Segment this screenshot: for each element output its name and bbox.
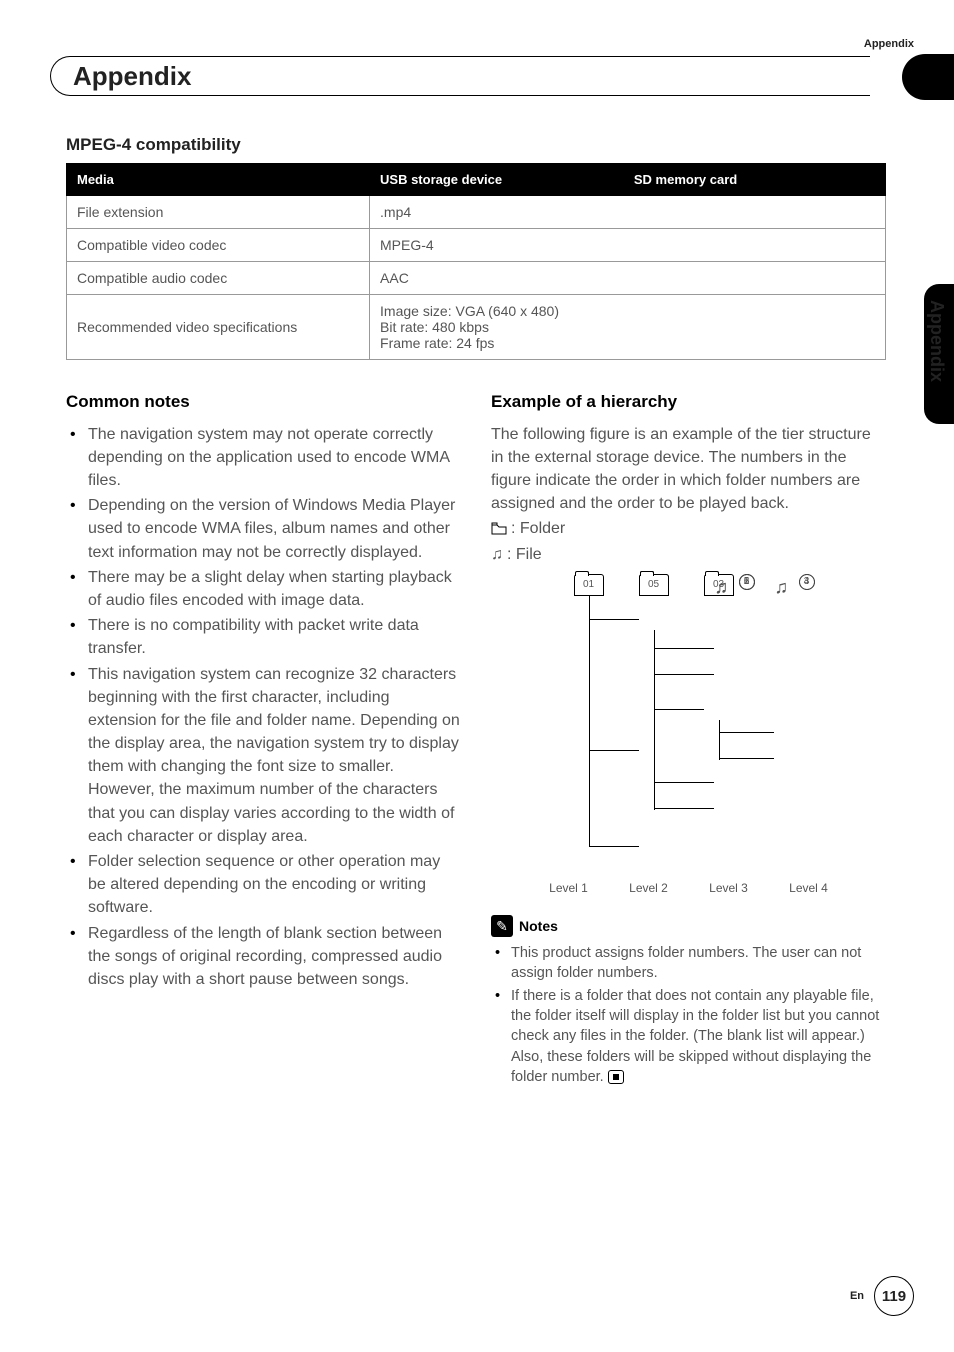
pencil-icon: ✎ [491,915,513,937]
common-notes-column: Common notes The navigation system may n… [66,390,461,1089]
notes-label: Notes [519,916,558,936]
mpeg4-heading: MPEG-4 compatibility [66,135,886,155]
notes-header: ✎ Notes [491,915,886,937]
connector-line [589,619,639,620]
list-item: Folder selection sequence or other opera… [66,850,461,920]
music-note-icon: ♫ [491,543,503,566]
col-usb: USB storage device [370,164,624,196]
row-value: AAC [370,262,886,295]
folder-node: 01 [574,574,604,596]
connector-line [719,758,774,759]
connector-line [719,732,774,733]
table-row: File extension .mp4 [67,196,886,229]
connector-line [654,808,714,809]
hierarchy-heading: Example of a hierarchy [491,390,886,415]
legend-folder-text: : Folder [511,517,565,540]
row-label: File extension [67,196,370,229]
connector-line [654,782,714,783]
common-notes-list: The navigation system may not operate co… [66,423,461,992]
folder-node: 05 [639,574,669,596]
legend-file-text: : File [507,543,542,566]
hierarchy-levels: Level 1 Level 2 Level 3 Level 4 [529,880,849,897]
list-item: There may be a slight delay when startin… [66,566,461,612]
stop-icon [608,1070,624,1084]
row-label: Compatible audio codec [67,262,370,295]
legend-folder: : Folder [491,517,886,540]
row-label: Compatible video codec [67,229,370,262]
level-label: Level 3 [709,880,748,897]
side-tab-label: Appendix [926,300,947,382]
header-section-label: Appendix [864,38,914,50]
legend-file: ♫ : File [491,543,886,566]
note-text: If there is a folder that does not conta… [511,988,879,1085]
list-item: Depending on the version of Windows Medi… [66,494,461,564]
connector-line [654,674,714,675]
file-badge: 4 [799,574,815,590]
connector-line [589,846,639,847]
music-note-icon: ♫ [775,574,789,600]
list-item: The navigation system may not operate co… [66,423,461,493]
hierarchy-diagram: 01 02 03 04 05 ♫ 1 ♫ 2 ♫ 3 ♫ 4 ♫ 5 ♫ [529,574,849,874]
connector-line [654,750,655,810]
level-label: Level 4 [789,880,828,897]
footer-lang: En [850,1290,864,1302]
col-sd: SD memory card [623,164,885,196]
row-value: .mp4 [370,196,886,229]
level-label: Level 2 [629,880,668,897]
list-item: This product assigns folder numbers. The… [491,943,886,984]
level-label: Level 1 [549,880,588,897]
row-label: Recommended video specifications [67,295,370,360]
hierarchy-intro: The following figure is an example of th… [491,423,886,516]
connector-line [719,720,720,760]
connector-line [654,709,704,710]
file-badge: 6 [739,574,755,590]
common-notes-heading: Common notes [66,390,461,415]
table-row: Compatible video codec MPEG-4 [67,229,886,262]
header-corner-decoration [902,54,954,100]
connector-line [654,648,714,649]
table-header-row: Media USB storage device SD memory card [67,164,886,196]
page-title: Appendix [73,61,191,92]
notes-list: This product assigns folder numbers. The… [491,943,886,1087]
row-value: Image size: VGA (640 x 480) Bit rate: 48… [370,295,886,360]
table-row: Compatible audio codec AAC [67,262,886,295]
list-item: This navigation system can recognize 32 … [66,663,461,849]
list-item: If there is a folder that does not conta… [491,986,886,1087]
page-number: 119 [874,1276,914,1316]
music-note-icon: ♫ [715,574,729,600]
hierarchy-column: Example of a hierarchy The following fig… [491,390,886,1089]
mpeg4-table: Media USB storage device SD memory card … [66,163,886,360]
list-item: There is no compatibility with packet wr… [66,614,461,660]
folder-icon [491,522,507,535]
page-title-tab: Appendix [50,56,870,96]
list-item: Regardless of the length of blank sectio… [66,922,461,992]
col-media: Media [67,164,370,196]
row-value: MPEG-4 [370,229,886,262]
connector-line [589,750,639,751]
table-row: Recommended video specifications Image s… [67,295,886,360]
page-footer: En 119 [850,1276,914,1316]
connector-line [589,596,590,846]
